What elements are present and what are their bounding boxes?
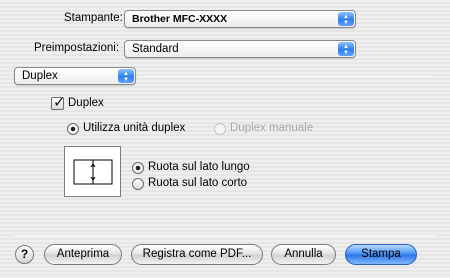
radio-manual-duplex[interactable] xyxy=(214,123,226,135)
updown-arrows-icon: ▲ ▼ xyxy=(338,42,354,56)
presets-popup[interactable]: Standard ▲ ▼ xyxy=(124,40,356,58)
radio-manual-duplex-label: Duplex manuale xyxy=(230,122,314,134)
presets-label: Preimpostazioni: xyxy=(34,42,120,54)
checkmark-icon: ✓ xyxy=(53,94,66,111)
radio-long-edge-label: Ruota sul lato lungo xyxy=(148,161,250,173)
printer-popup[interactable]: Brother MFC-XXXX ▲ ▼ xyxy=(124,10,356,28)
help-button[interactable]: ? xyxy=(15,245,34,264)
duplex-checkbox-label: Duplex xyxy=(68,97,104,109)
panel-value: Duplex xyxy=(22,70,58,82)
printer-label: Stampante: xyxy=(64,12,123,24)
presets-value: Standard xyxy=(132,43,179,55)
radio-short-edge[interactable] xyxy=(132,178,144,190)
updown-arrows-icon: ▲ ▼ xyxy=(338,12,354,26)
updown-arrows-icon: ▲ ▼ xyxy=(118,69,134,83)
save-pdf-button[interactable]: Registra come PDF... xyxy=(131,244,263,265)
duplex-checkbox[interactable]: ✓ xyxy=(51,94,66,111)
radio-long-edge[interactable] xyxy=(132,162,144,174)
preview-button[interactable]: Anteprima xyxy=(44,244,122,265)
binding-preview xyxy=(64,146,121,197)
radio-short-edge-label: Ruota sul lato corto xyxy=(148,177,248,189)
radio-use-duplex-unit-label: Utilizza unità duplex xyxy=(83,122,186,134)
radio-use-duplex-unit[interactable] xyxy=(67,123,79,135)
panel-popup[interactable]: Duplex ▲ ▼ xyxy=(14,67,136,85)
cancel-button[interactable]: Annulla xyxy=(271,244,336,265)
long-edge-binding-icon xyxy=(73,159,113,185)
printer-value: Brother MFC-XXXX xyxy=(132,13,228,25)
print-button[interactable]: Stampa xyxy=(345,244,417,265)
bottom-divider xyxy=(14,235,436,236)
panel-divider xyxy=(140,76,436,77)
